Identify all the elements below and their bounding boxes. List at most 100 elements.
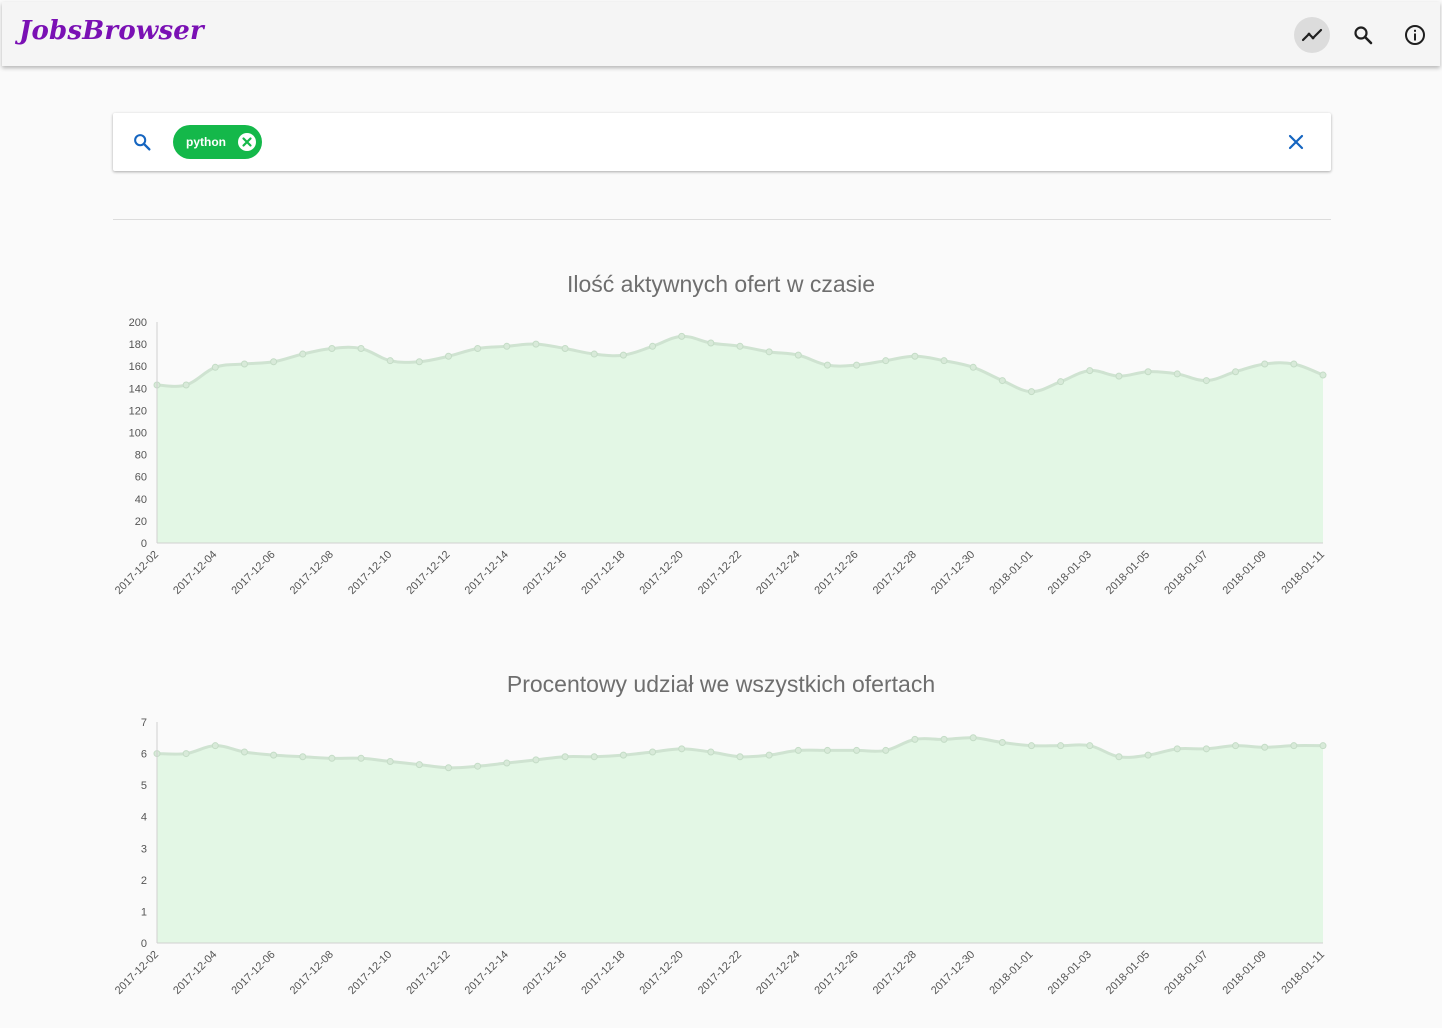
data-point[interactable]	[561, 753, 569, 761]
trends-button[interactable]	[1294, 17, 1330, 53]
data-point[interactable]	[211, 742, 219, 750]
data-point[interactable]	[270, 751, 278, 759]
data-point[interactable]	[474, 762, 482, 770]
data-point[interactable]	[1261, 743, 1269, 751]
data-point[interactable]	[386, 357, 394, 365]
x-tick-label: 2017-12-02	[113, 949, 161, 997]
data-point[interactable]	[474, 345, 482, 353]
data-point[interactable]	[1057, 378, 1065, 386]
data-point[interactable]	[299, 350, 307, 358]
data-point[interactable]	[882, 357, 890, 365]
data-point[interactable]	[794, 746, 802, 754]
x-tick-label: 2017-12-22	[696, 549, 744, 597]
search-input[interactable]	[273, 127, 1257, 159]
data-point[interactable]	[561, 345, 569, 353]
data-point[interactable]	[736, 342, 744, 350]
data-point[interactable]	[765, 348, 773, 356]
data-point[interactable]	[1290, 742, 1298, 750]
data-point[interactable]	[853, 746, 861, 754]
y-tick-label: 60	[135, 472, 147, 484]
data-point[interactable]	[678, 745, 686, 753]
data-point[interactable]	[211, 363, 219, 371]
data-point[interactable]	[765, 751, 773, 759]
clear-search-button[interactable]	[1285, 131, 1307, 153]
data-point[interactable]	[1086, 742, 1094, 750]
data-point[interactable]	[590, 753, 598, 761]
data-point[interactable]	[940, 357, 948, 365]
data-point[interactable]	[707, 748, 715, 756]
brand-logo[interactable]: JobsBrowser	[19, 16, 204, 46]
data-point[interactable]	[882, 746, 890, 754]
data-point[interactable]	[445, 764, 452, 772]
data-point[interactable]	[1290, 360, 1298, 368]
x-tick-label: 2018-01-05	[1104, 949, 1152, 997]
data-point[interactable]	[357, 754, 365, 762]
data-point[interactable]	[911, 735, 919, 743]
data-point[interactable]	[619, 351, 627, 359]
data-point[interactable]	[649, 748, 657, 756]
data-point[interactable]	[823, 361, 831, 369]
data-point[interactable]	[649, 342, 657, 350]
data-point[interactable]	[445, 352, 452, 360]
y-tick-label: 7	[141, 717, 147, 729]
data-point[interactable]	[969, 734, 977, 742]
data-point[interactable]	[503, 342, 511, 350]
search-button[interactable]	[1345, 17, 1381, 53]
data-point[interactable]	[969, 363, 977, 371]
data-point[interactable]	[503, 759, 511, 767]
data-point[interactable]	[415, 761, 423, 769]
data-point[interactable]	[1202, 745, 1210, 753]
data-point[interactable]	[998, 739, 1006, 747]
data-point[interactable]	[1115, 372, 1123, 380]
y-tick-label: 1	[141, 906, 147, 918]
data-point[interactable]	[794, 351, 802, 359]
y-tick-label: 100	[129, 428, 147, 440]
data-point[interactable]	[328, 754, 336, 762]
data-point[interactable]	[1173, 370, 1181, 378]
data-point[interactable]	[357, 345, 365, 353]
data-point[interactable]	[415, 358, 423, 366]
search-bar[interactable]: python	[113, 113, 1331, 171]
data-point[interactable]	[240, 748, 248, 756]
data-point[interactable]	[299, 753, 307, 761]
data-point[interactable]	[853, 361, 861, 369]
data-point[interactable]	[590, 350, 598, 358]
data-point[interactable]	[270, 358, 278, 366]
close-icon	[1288, 134, 1304, 150]
data-point[interactable]	[1144, 751, 1152, 759]
tag-chip[interactable]: python	[173, 125, 262, 159]
x-tick-label: 2018-01-09	[1221, 549, 1269, 597]
data-point[interactable]	[1261, 360, 1269, 368]
data-point[interactable]	[1028, 388, 1035, 396]
data-point[interactable]	[532, 756, 540, 764]
data-point[interactable]	[998, 377, 1006, 385]
data-point[interactable]	[1232, 368, 1240, 376]
data-point[interactable]	[1057, 742, 1065, 750]
data-point[interactable]	[1173, 745, 1181, 753]
data-point[interactable]	[182, 750, 190, 758]
data-point[interactable]	[1319, 742, 1327, 750]
data-point[interactable]	[1115, 753, 1123, 761]
data-point[interactable]	[1086, 367, 1094, 375]
data-point[interactable]	[619, 751, 627, 759]
data-point[interactable]	[707, 339, 715, 347]
data-point[interactable]	[823, 746, 831, 754]
data-point[interactable]	[1202, 377, 1210, 385]
data-point[interactable]	[328, 345, 336, 353]
data-point[interactable]	[911, 352, 919, 360]
data-point[interactable]	[386, 757, 394, 765]
data-point[interactable]	[678, 332, 686, 340]
data-point[interactable]	[240, 360, 248, 368]
data-point[interactable]	[1028, 742, 1035, 750]
data-point[interactable]	[940, 735, 948, 743]
data-point[interactable]	[532, 340, 540, 348]
x-tick-label: 2017-12-10	[346, 549, 394, 597]
data-point[interactable]	[1232, 742, 1240, 750]
data-point[interactable]	[736, 753, 744, 761]
data-point[interactable]	[182, 381, 190, 389]
data-point[interactable]	[1319, 371, 1327, 379]
chip-remove-button[interactable]	[234, 129, 260, 155]
data-point[interactable]	[1144, 368, 1152, 376]
info-button[interactable]	[1397, 17, 1433, 53]
cancel-circle-icon	[238, 133, 256, 151]
